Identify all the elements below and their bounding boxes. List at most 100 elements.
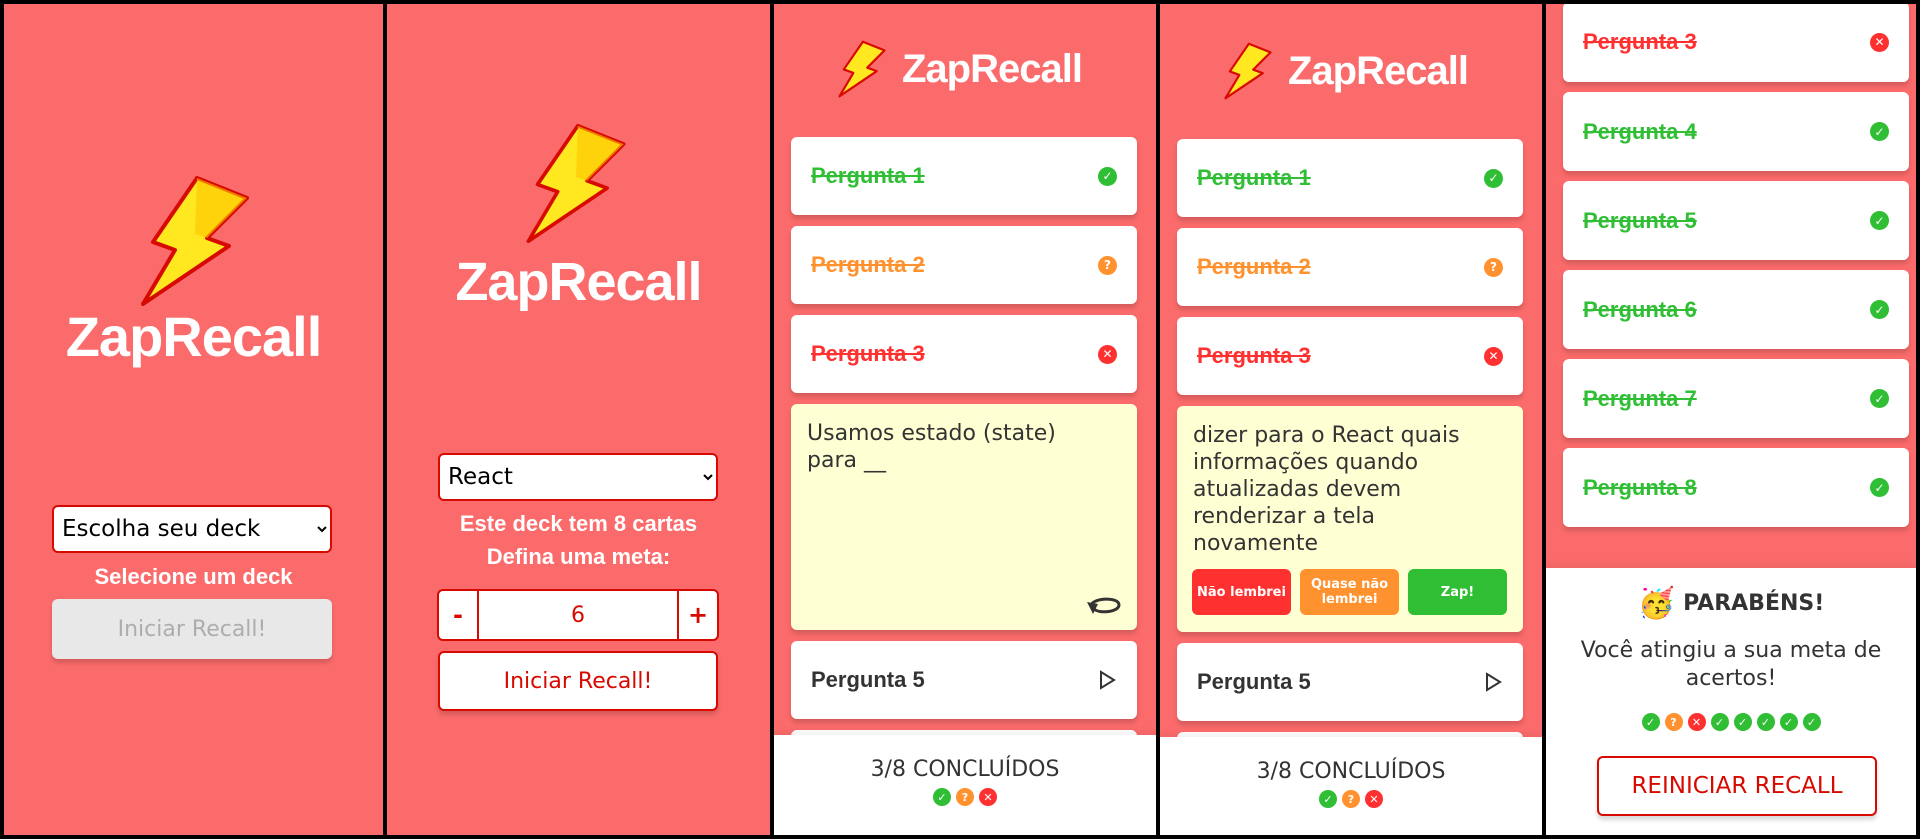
flashcard-5[interactable]: Pergunta 5 — [791, 641, 1137, 719]
result-icons: ✓ ? ✕ — [774, 788, 1156, 806]
screen-question: ZapRecall Pergunta 1 ✓ Pergunta 2 ? Perg… — [774, 4, 1156, 835]
flashcard-label: Pergunta 2 — [1197, 254, 1311, 279]
question-icon: ? — [956, 788, 974, 806]
flashcard-label: Pergunta 3 — [811, 341, 925, 366]
flashcard-3[interactable]: Pergunta 3 ✕ — [1563, 4, 1909, 82]
lightning-logo-icon — [838, 40, 886, 98]
flashcard-8[interactable]: Pergunta 8 ✓ — [1563, 448, 1909, 527]
screen-deck-select-react: ZapRecall React Este deck tem 8 cartas D… — [387, 4, 770, 835]
flashcard-5[interactable]: Pergunta 5 ✓ — [1563, 181, 1909, 260]
app-title: ZapRecall — [902, 46, 1083, 91]
screen-finished: Pergunta 3 ✕ Pergunta 4 ✓ Pergunta 5 ✓ P… — [1546, 4, 1916, 835]
flashcard-label: Pergunta 4 — [1583, 118, 1697, 144]
lightning-logo-icon — [1224, 42, 1272, 100]
check-icon: ✓ — [1870, 389, 1889, 408]
check-icon: ✓ — [1870, 122, 1889, 141]
x-icon: ✕ — [1484, 346, 1503, 366]
flashcard-label: Pergunta 5 — [1197, 669, 1311, 694]
flashcard-label: Pergunta 3 — [1583, 29, 1697, 54]
result-icons: ✓ ? ✕ — [1160, 790, 1542, 808]
check-icon: ✓ — [1641, 713, 1660, 731]
x-icon: ✕ — [979, 788, 997, 806]
app-title: ZapRecall — [455, 252, 702, 312]
goal-increment-button[interactable]: + — [679, 591, 717, 639]
flashcard-2[interactable]: Pergunta 2 ? — [1177, 228, 1523, 306]
deck-select[interactable]: Escolha seu deck — [52, 505, 332, 553]
check-icon: ✓ — [1098, 166, 1117, 186]
flashcard-7[interactable]: Pergunta 7 ✓ — [1563, 359, 1909, 438]
flashcard-3[interactable]: Pergunta 3 ✕ — [1177, 317, 1523, 395]
flashcard-label: Pergunta 3 — [1197, 343, 1311, 368]
check-icon: ✓ — [1870, 478, 1889, 497]
screen-deck-select-empty: ZapRecall Escolha seu deck Selecione um … — [4, 4, 383, 835]
party-emoji-icon: 🥳 — [1637, 586, 1676, 621]
zap-button[interactable]: Zap! — [1408, 569, 1507, 615]
almost-forgot-button[interactable]: Quase não lembrei — [1300, 569, 1399, 615]
answer-text: dizer para o React quais informações qua… — [1193, 423, 1460, 556]
check-icon: ✓ — [1484, 168, 1503, 188]
result-icons: ✓? ✕ ✓ ✓ ✓ ✓ ✓ — [1546, 713, 1916, 731]
play-icon[interactable] — [1483, 672, 1503, 692]
x-icon: ✕ — [1365, 790, 1383, 808]
flashcard-label: Pergunta 5 — [811, 667, 925, 692]
flashcard-3[interactable]: Pergunta 3 ✕ — [791, 315, 1137, 393]
app-title: ZapRecall — [65, 305, 323, 368]
lightning-logo-icon — [141, 176, 249, 306]
flashcard-label: Pergunta 1 — [811, 163, 925, 188]
flashcard-1[interactable]: Pergunta 1 ✓ — [1177, 139, 1523, 217]
flashcard-1[interactable]: Pergunta 1 ✓ — [791, 137, 1137, 215]
lightning-logo-icon — [526, 123, 626, 244]
congrats-title: PARABÉNS! — [1683, 591, 1825, 616]
deck-info-text: Este deck tem 8 cartas — [459, 511, 698, 536]
play-icon[interactable] — [1097, 670, 1117, 690]
flashcard-6[interactable]: Pergunta 6 ✓ — [1563, 270, 1909, 349]
goal-decrement-button[interactable]: - — [439, 591, 477, 639]
congrats-header: 🥳 PARABÉNS! — [1546, 586, 1916, 621]
progress-counter: 3/8 CONCLUÍDOS — [870, 757, 1060, 782]
footer: 3/8 CONCLUÍDOS ✓ ? ✕ — [774, 735, 1156, 835]
flashcard-2[interactable]: Pergunta 2 ? — [791, 226, 1137, 304]
answer-buttons: Não lembrei Quase não lembrei Zap! — [1192, 569, 1507, 615]
question-icon: ? — [1098, 255, 1117, 275]
goal-stepper: - 6 + — [437, 589, 719, 641]
goal-input[interactable]: 6 — [477, 591, 679, 639]
check-icon: ✓ — [1779, 713, 1798, 731]
congrats-message: Você atingiu a sua meta de acertos! — [1580, 638, 1882, 691]
flashcard-label: Pergunta 5 — [1583, 207, 1697, 233]
check-icon: ✓ — [1870, 300, 1889, 319]
check-icon: ✓ — [1733, 713, 1752, 731]
question-icon: ? — [1664, 713, 1683, 731]
check-icon: ✓ — [1802, 713, 1821, 731]
x-icon: ✕ — [1870, 32, 1889, 52]
check-icon: ✓ — [1756, 713, 1775, 731]
check-icon: ✓ — [1870, 211, 1889, 230]
question-card: Usamos estado (state) para __ — [791, 404, 1137, 630]
footer: 🥳 PARABÉNS! Você atingiu a sua meta de a… — [1546, 568, 1916, 835]
flashcard-label: Pergunta 7 — [1583, 385, 1697, 411]
flashcard-5[interactable]: Pergunta 5 — [1177, 643, 1523, 721]
x-icon: ✕ — [1687, 713, 1706, 731]
screen-answer: ZapRecall Pergunta 1 ✓ Pergunta 2 ? Perg… — [1160, 4, 1542, 835]
x-icon: ✕ — [1098, 344, 1117, 364]
start-recall-button[interactable]: Iniciar Recall! — [438, 651, 718, 711]
restart-recall-button[interactable]: REINICIAR RECALL — [1597, 756, 1877, 816]
flip-icon[interactable] — [1085, 590, 1125, 620]
check-icon: ✓ — [933, 788, 951, 806]
flashcard-label: Pergunta 8 — [1583, 474, 1697, 500]
flashcard-label: Pergunta 2 — [811, 252, 925, 277]
select-deck-hint: Selecione um deck — [94, 564, 293, 589]
check-icon: ✓ — [1319, 790, 1337, 808]
progress-counter: 3/8 CONCLUÍDOS — [1256, 759, 1446, 784]
question-icon: ? — [1484, 257, 1503, 277]
flashcard-4[interactable]: Pergunta 4 ✓ — [1563, 92, 1909, 171]
question-text: Usamos estado (state) para __ — [807, 421, 1056, 473]
app-title: ZapRecall — [1288, 48, 1469, 93]
header: ZapRecall — [1222, 41, 1469, 101]
question-icon: ? — [1342, 790, 1360, 808]
deck-select[interactable]: React — [438, 453, 718, 501]
goal-prompt: Defina uma meta: — [486, 544, 671, 569]
check-icon: ✓ — [1710, 713, 1729, 731]
flashcard-label: Pergunta 6 — [1583, 296, 1697, 322]
not-remembered-button[interactable]: Não lembrei — [1192, 569, 1291, 615]
start-recall-button[interactable]: Iniciar Recall! — [52, 599, 332, 659]
